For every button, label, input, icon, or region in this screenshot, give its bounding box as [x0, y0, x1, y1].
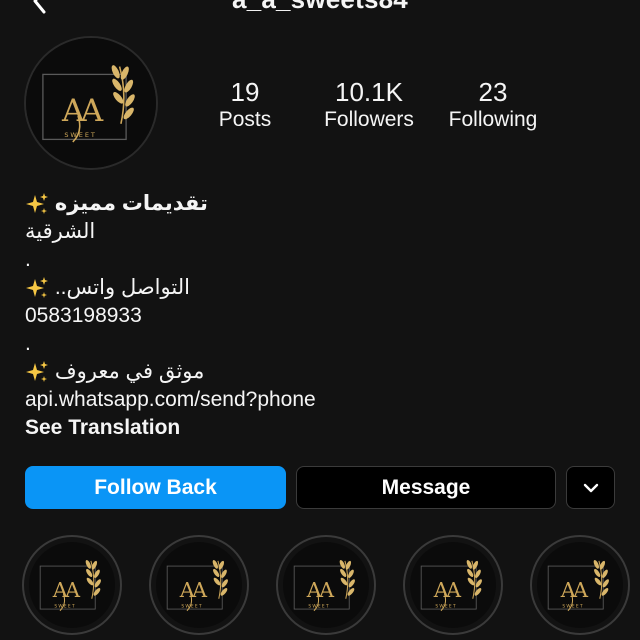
message-button[interactable]: Message	[296, 466, 556, 509]
brand-logo	[26, 38, 156, 168]
bio-contact: التواصل واتس..	[54, 276, 190, 299]
profile-avatar[interactable]	[24, 36, 158, 170]
stat-following[interactable]: 23 Following	[428, 78, 558, 133]
bio-line: تقديمات مميزه	[25, 190, 615, 218]
see-translation-link[interactable]: See Translation	[25, 414, 615, 442]
bio-dot: .	[25, 332, 31, 355]
bio-phone: 0583198933	[25, 304, 142, 327]
posts-count: 19	[230, 77, 260, 107]
highlight-logo	[283, 542, 369, 628]
highlight-logo	[410, 542, 496, 628]
story-highlight[interactable]	[276, 535, 376, 635]
bio-region: الشرقية	[25, 220, 96, 243]
story-highlight[interactable]	[530, 535, 630, 635]
top-bar: a_a_sweets84	[0, 0, 640, 16]
follow-back-button[interactable]: Follow Back	[25, 466, 286, 509]
bio-verified: موثق في معروف	[54, 360, 205, 383]
stat-followers[interactable]: 10.1K Followers	[304, 78, 434, 133]
followers-count: 10.1K	[335, 77, 403, 107]
following-count: 23	[478, 77, 508, 107]
highlight-logo	[537, 542, 623, 628]
bio-title: تقديمات مميزه	[54, 192, 208, 215]
sparkles-icon	[25, 192, 49, 216]
highlight-logo	[29, 542, 115, 628]
highlight-logo	[156, 542, 242, 628]
story-highlight[interactable]	[149, 535, 249, 635]
posts-label: Posts	[218, 108, 272, 131]
profile-bio: تقديمات مميزه الشرقية . التواصل واتس.. 0…	[25, 190, 615, 442]
stat-posts[interactable]: 19 Posts	[180, 78, 310, 133]
sparkles-icon	[25, 276, 49, 300]
more-options-button[interactable]	[566, 466, 615, 509]
bio-line: التواصل واتس..	[25, 274, 615, 302]
following-label: Following	[448, 108, 538, 131]
followers-label: Followers	[324, 108, 414, 131]
bio-line: موثق في معروف	[25, 358, 615, 386]
profile-username: a_a_sweets84	[0, 0, 640, 15]
bio-line: الشرقية	[25, 218, 615, 246]
bio-dot: .	[25, 248, 31, 271]
sparkles-icon	[25, 360, 49, 384]
bio-link[interactable]: api.whatsapp.com/send?phone	[25, 386, 615, 414]
chevron-down-icon	[583, 483, 598, 492]
story-highlight[interactable]	[403, 535, 503, 635]
story-highlight[interactable]	[22, 535, 122, 635]
